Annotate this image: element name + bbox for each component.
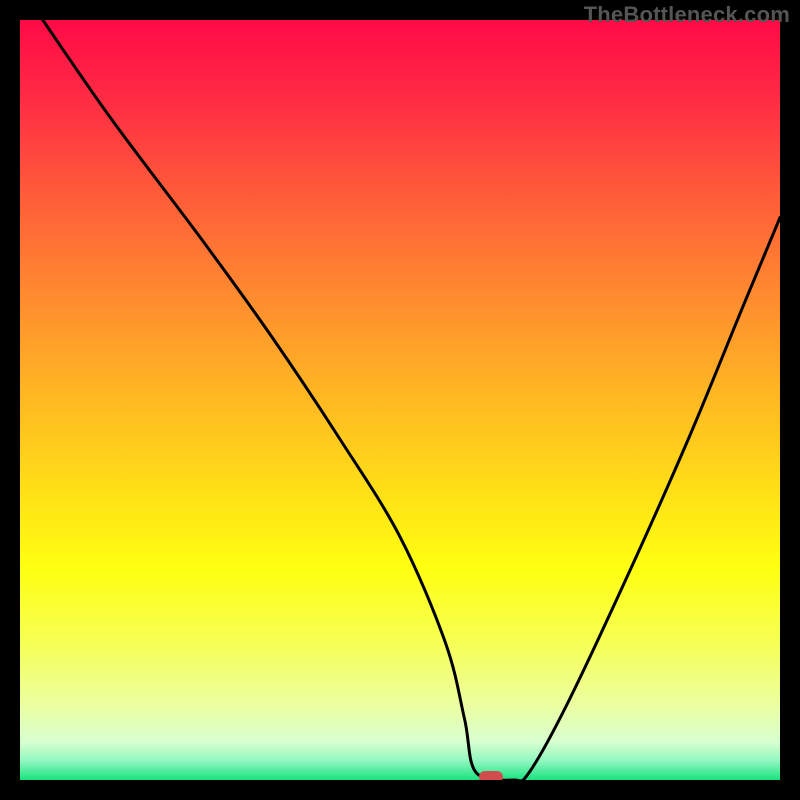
bottleneck-curve xyxy=(20,20,780,780)
plot-frame xyxy=(20,20,780,780)
chart-root: TheBottleneck.com xyxy=(0,0,800,800)
watermark-text: TheBottleneck.com xyxy=(584,2,790,28)
plot-area xyxy=(20,20,780,780)
optimal-marker xyxy=(479,771,503,780)
